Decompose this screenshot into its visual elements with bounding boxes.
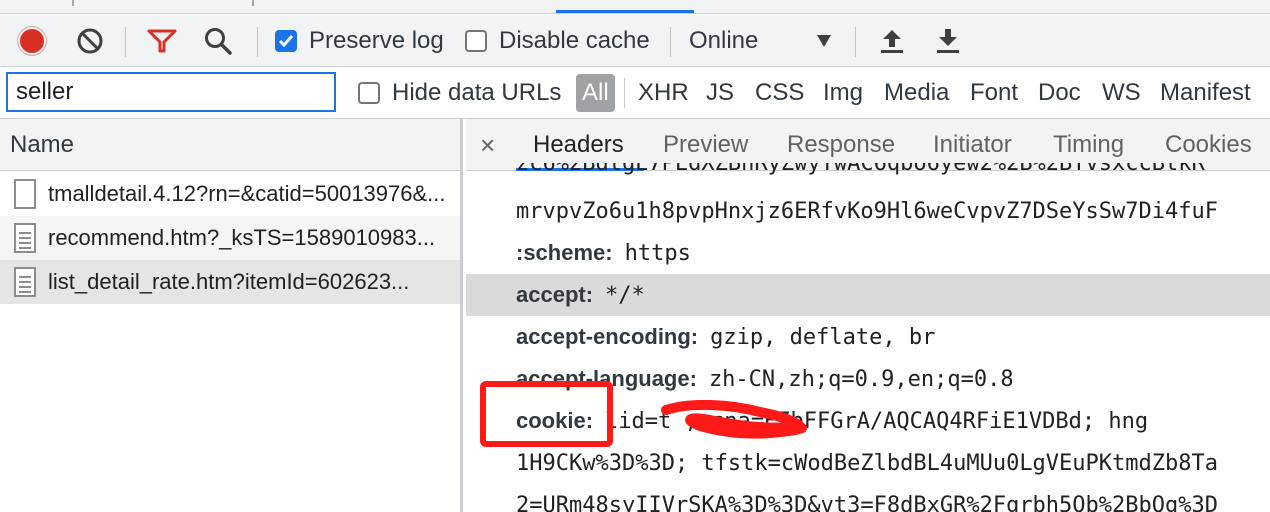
import-har-button[interactable] [874,15,910,67]
record-button[interactable] [14,15,50,67]
record-icon [20,29,44,53]
request-row-selected[interactable]: list_detail_rate.htm?itemId=602623... [0,260,460,304]
preserve-log-label: Preserve log [309,27,444,54]
disable-cache-checkbox[interactable] [465,30,487,52]
throttling-select[interactable]: Online [689,15,839,67]
request-name: list_detail_rate.htm?itemId=602623... [48,269,410,294]
type-filter-divider [624,78,625,108]
filter-input[interactable] [6,72,336,112]
checkmark-icon [278,35,294,48]
type-filter-manifest[interactable]: Manifest [1160,67,1251,119]
toolbar-divider [257,27,258,57]
disable-cache-toggle[interactable]: Disable cache [465,15,650,67]
disable-cache-label: Disable cache [499,27,650,54]
header-row-accept-encoding: accept-encoding: gzip, deflate, br [516,324,936,350]
filter-icon [147,29,177,53]
request-row[interactable]: tmalldetail.4.12?rn=&catid=50013976&... [0,172,460,216]
type-filter-all[interactable]: All [576,74,615,112]
type-filter-doc[interactable]: Doc [1038,67,1081,119]
download-icon [937,29,959,53]
name-column-header[interactable]: Name [0,119,460,171]
search-icon [205,28,232,55]
request-details: × Headers Preview Response Initiator Tim… [466,119,1270,512]
hide-data-urls-toggle[interactable]: Hide data URLs [358,67,561,119]
request-list: Name tmalldetail.4.12?rn=&catid=50013976… [0,119,463,512]
name-column-label: Name [10,130,75,158]
type-filter-css[interactable]: CSS [755,67,804,119]
type-filter-img[interactable]: Img [823,67,863,119]
type-filter-ws[interactable]: WS [1102,67,1141,119]
type-filter-font[interactable]: Font [970,67,1018,119]
toolbar-divider [670,27,671,57]
network-toolbar: Preserve log Disable cache Online [0,15,1270,67]
clear-button[interactable] [72,15,108,67]
toolbar-divider [855,27,856,57]
type-filter-xhr[interactable]: XHR [638,67,689,119]
toolbar-divider [125,27,126,57]
type-filter-media[interactable]: Media [884,67,949,119]
preserve-log-toggle[interactable]: Preserve log [275,15,444,67]
throttling-value: Online [689,27,759,54]
close-details-button[interactable]: × [480,119,495,171]
redaction-scribble [661,400,807,439]
document-icon [14,223,36,253]
active-panel-indicator [556,10,694,13]
request-row[interactable]: recommend.htm?_ksTS=1589010983... [0,216,460,260]
hide-data-urls-label: Hide data URLs [392,79,562,106]
header-value-line: 1H9CKw%3D%3D; tfstk=cWodBeZlbdBL4uMUu0Lg… [516,450,1218,476]
request-name: recommend.htm?_ksTS=1589010983... [48,225,436,250]
filter-bar: Hide data URLs All XHR JS CSS Img Media … [0,67,1270,119]
search-button[interactable] [200,15,236,67]
preserve-log-checkbox[interactable] [275,30,297,52]
chevron-down-icon [817,35,831,47]
header-value-line: zc6%2BdtgE7PEdXZBhRyZwyTwAC6qbo6yew2%2B%… [516,163,1205,176]
type-filter-js[interactable]: JS [706,67,734,119]
hide-data-urls-checkbox[interactable] [358,82,380,104]
export-har-button[interactable] [930,15,966,67]
header-row-scheme: :scheme: https [516,240,691,266]
document-icon [14,267,36,297]
header-value-line: 2=URm48syIIVrSKA%3D%3D&vt3=F8dBxGR%2Fgrb… [516,492,1218,512]
header-row-accept: accept: */* [466,274,1270,316]
upload-icon [881,30,903,53]
devtools-top-tabstrip [0,0,1270,14]
header-value-line: mrvpvZo6u1h8pvpHnxjz6ERfvKo9Hl6weCvpvZ7D… [516,198,1218,224]
file-icon [14,179,36,209]
clear-icon [77,28,103,54]
filter-toggle-button[interactable] [144,15,180,67]
tab-edge [252,0,254,6]
tab-edge [72,0,74,6]
request-name: tmalldetail.4.12?rn=&catid=50013976&... [48,181,446,206]
annotation-highlight-box [480,381,613,447]
